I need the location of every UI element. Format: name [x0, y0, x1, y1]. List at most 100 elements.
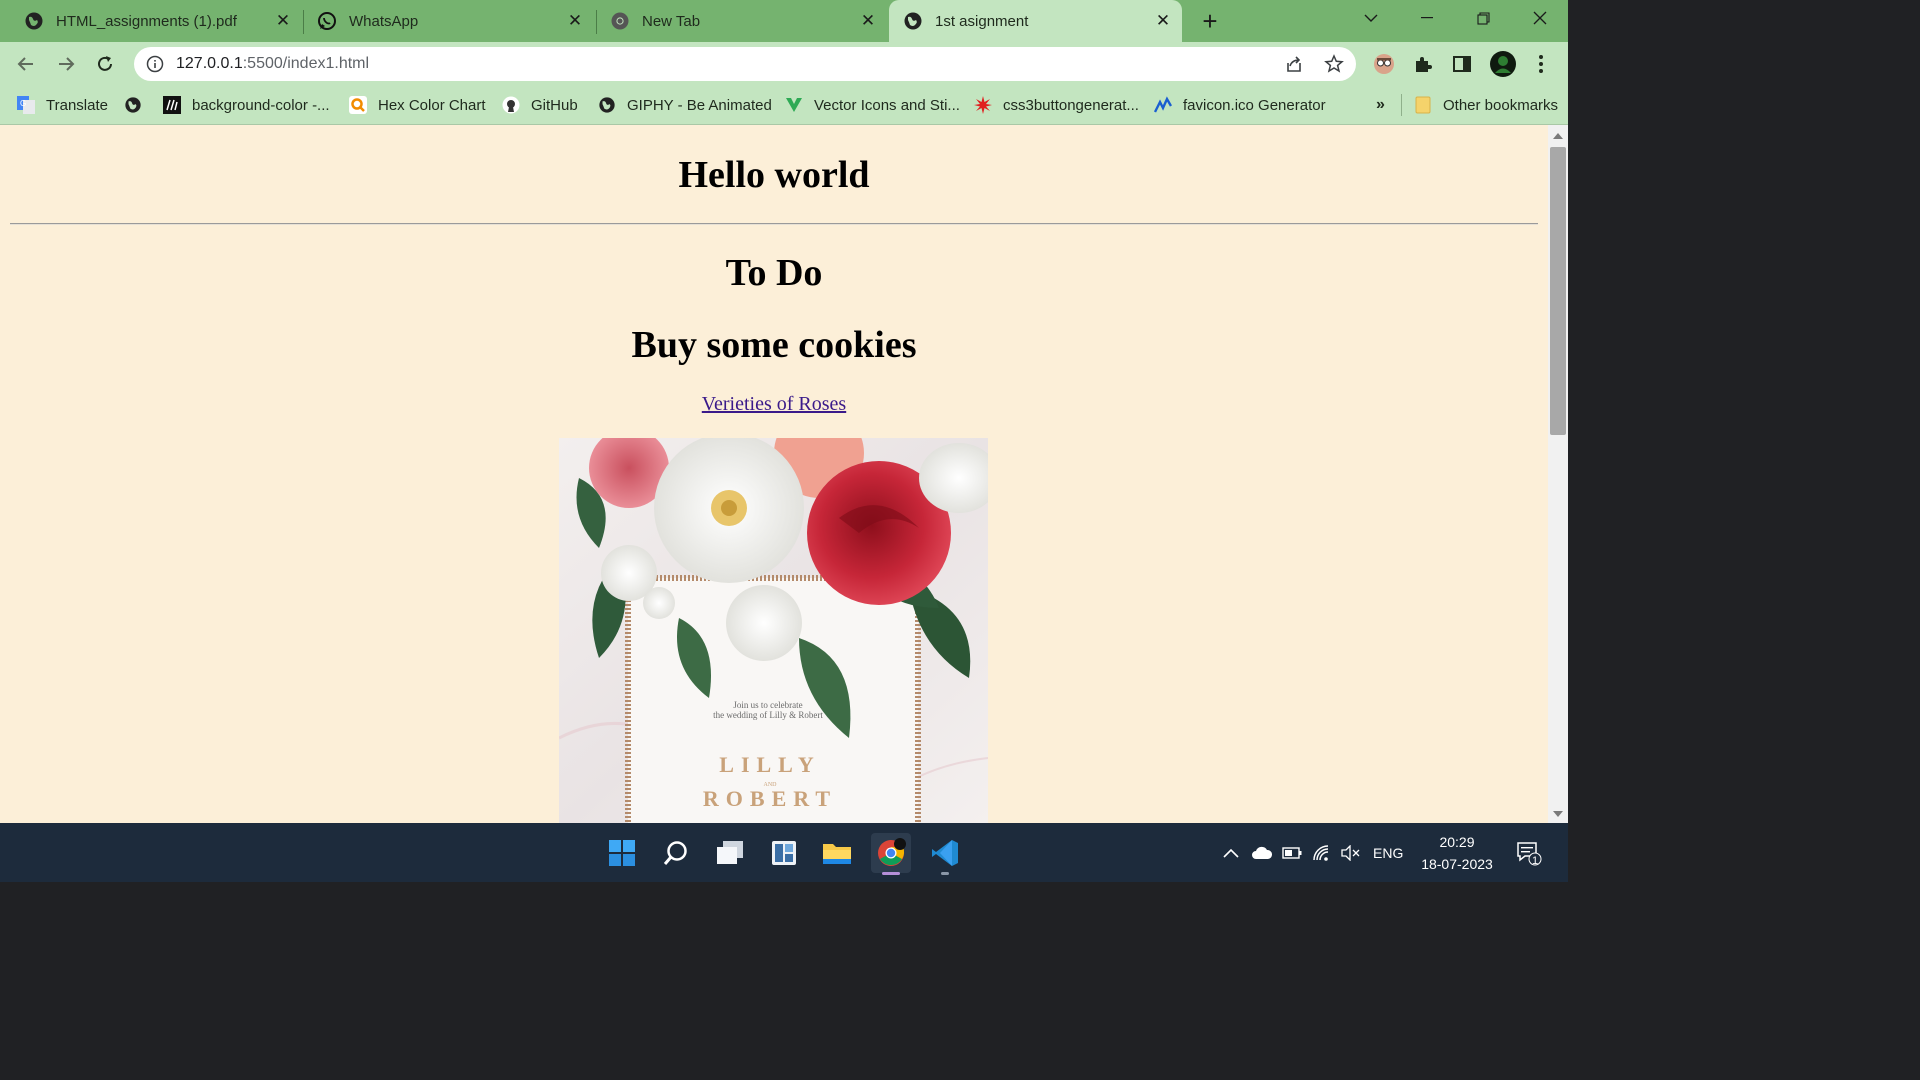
bookmark-vector-icons[interactable]: Vector Icons and Sti...	[785, 92, 960, 118]
bookmarks-divider	[1401, 94, 1402, 116]
close-icon[interactable]: ✕	[272, 10, 294, 32]
bookmark-label: background-color -...	[192, 96, 330, 114]
close-icon[interactable]: ✕	[1152, 10, 1174, 32]
battery-icon[interactable]	[1282, 823, 1302, 882]
card-text-line1: Join us to celebrate	[733, 700, 802, 710]
close-window-button[interactable]	[1518, 0, 1562, 36]
bookmark-hex-color-chart[interactable]: Hex Color Chart	[349, 92, 486, 118]
clock-date: 18-07-2023	[1421, 856, 1493, 872]
vscode-icon[interactable]	[925, 833, 965, 875]
scroll-down-arrow-icon[interactable]	[1553, 811, 1563, 817]
page-heading: Hello world	[678, 154, 870, 196]
github-icon	[502, 96, 520, 114]
bookmark-github[interactable]: GitHub	[502, 92, 578, 118]
other-bookmarks-label: Other bookmarks	[1443, 96, 1559, 114]
show-hidden-icons-button[interactable]	[1222, 823, 1240, 882]
notification-center-button[interactable]: 1	[1516, 823, 1542, 882]
tab-strip: HTML_assignments (1).pdf ✕ WhatsApp ✕ Ne…	[0, 0, 1568, 42]
url-path: :5500/index1.html	[242, 55, 370, 72]
bookmark-translate[interactable]: G Translate	[17, 92, 108, 118]
forward-button[interactable]	[52, 50, 80, 78]
language-indicator[interactable]: ENG	[1373, 823, 1403, 882]
scroll-up-arrow-icon[interactable]	[1553, 133, 1563, 139]
share-icon[interactable]	[1284, 54, 1304, 74]
extensions-puzzle-icon[interactable]	[1411, 52, 1435, 76]
reload-icon	[98, 56, 112, 71]
arrow-right-icon	[59, 57, 75, 71]
new-tab-button[interactable]: +	[1196, 6, 1224, 36]
side-panel-icon[interactable]	[1450, 52, 1474, 76]
file-explorer-icon[interactable]	[817, 833, 857, 873]
windows-start-icon[interactable]	[602, 833, 642, 873]
windows-taskbar: ENG 20:29 18-07-2023 1	[0, 823, 1568, 882]
globe-icon	[598, 96, 616, 114]
onedrive-cloud-icon[interactable]	[1251, 823, 1273, 882]
tab-label: WhatsApp	[349, 12, 419, 30]
notification-count: 1	[1531, 855, 1539, 867]
running-app-indicator	[941, 872, 949, 875]
card-text-line2: the wedding of Lilly & Robert	[713, 710, 823, 720]
tab-html-assignments[interactable]: HTML_assignments (1).pdf ✕	[0, 0, 302, 42]
back-button[interactable]	[12, 50, 40, 78]
tab-search-button[interactable]	[1349, 0, 1393, 36]
rose-link-container: Verieties of Roses	[0, 393, 1548, 416]
system-clock[interactable]: 20:29 18-07-2023	[1410, 831, 1504, 875]
more-vertical-icon	[1539, 55, 1543, 73]
svg-text:G: G	[20, 99, 26, 108]
horizontal-rule	[10, 223, 1538, 225]
todo-heading: To Do	[725, 252, 823, 294]
chrome-icon	[611, 12, 629, 30]
clock-time: 20:29	[1439, 834, 1475, 850]
bookmark-label: css3buttongenerat...	[1003, 96, 1139, 114]
restore-icon	[1476, 11, 1490, 25]
star-icon[interactable]	[1324, 54, 1344, 74]
tab-new-tab[interactable]: New Tab ✕	[597, 0, 887, 42]
bookmark-favicon-generator[interactable]: favicon.ico Generator	[1154, 92, 1326, 118]
other-bookmarks[interactable]: Other bookmarks	[1414, 92, 1558, 118]
page-scrollbar[interactable]	[1548, 125, 1568, 823]
bookmark-css3buttongenerator[interactable]: css3buttongenerat...	[974, 92, 1139, 118]
task-view-icon[interactable]	[710, 833, 750, 873]
wifi-icon[interactable]	[1312, 823, 1332, 882]
bookmark-giphy[interactable]: GIPHY - Be Animated	[598, 92, 772, 118]
avatar-icon	[1490, 51, 1516, 77]
roses-link[interactable]: Verieties of Roses	[702, 393, 846, 415]
widgets-icon[interactable]	[764, 833, 804, 873]
close-icon[interactable]: ✕	[564, 10, 586, 32]
tab-label: New Tab	[642, 12, 701, 30]
profile-avatar[interactable]	[1489, 50, 1517, 78]
bookmark-globe[interactable]	[124, 92, 153, 118]
close-icon[interactable]: ✕	[857, 10, 879, 32]
reload-button[interactable]	[91, 50, 119, 78]
bookmark-label: favicon.ico Generator	[1183, 96, 1326, 114]
url-text[interactable]: 127.0.0.1:5500/index1.html	[176, 55, 369, 73]
scrollbar-thumb[interactable]	[1550, 147, 1566, 435]
hex-chart-icon	[349, 96, 367, 114]
chrome-taskbar-icon[interactable]	[871, 833, 911, 875]
arrow-left-icon	[17, 57, 33, 71]
info-icon[interactable]	[146, 55, 164, 73]
search-icon[interactable]	[656, 833, 696, 873]
folder-icon	[1414, 96, 1432, 114]
close-icon	[1533, 11, 1547, 25]
bookmark-label: Hex Color Chart	[378, 96, 486, 114]
extension-avatar-icon[interactable]	[1372, 52, 1396, 76]
volume-muted-icon[interactable]	[1340, 823, 1360, 882]
minimize-button[interactable]	[1405, 0, 1449, 36]
google-translate-icon: G	[17, 96, 35, 114]
bookmark-background-color[interactable]: background-color -...	[163, 92, 330, 118]
address-bar[interactable]: 127.0.0.1:5500/index1.html	[134, 47, 1356, 81]
tab-1st-asignment[interactable]: 1st asignment ✕	[889, 0, 1182, 42]
bookmark-label: GIPHY - Be Animated	[627, 96, 772, 114]
star-burst-icon	[974, 96, 992, 114]
page-viewport: Hello world To Do Buy some cookies Verie…	[0, 125, 1548, 823]
restore-button[interactable]	[1461, 0, 1505, 36]
globe-icon	[25, 12, 43, 30]
bookmark-label: Vector Icons and Sti...	[814, 96, 960, 114]
tab-whatsapp[interactable]: WhatsApp ✕	[304, 0, 594, 42]
favicon-generator-icon	[1154, 96, 1172, 114]
bookmarks-overflow-button[interactable]: »	[1376, 92, 1385, 118]
menu-button[interactable]	[1529, 52, 1553, 76]
active-app-indicator	[882, 872, 900, 875]
bookmark-label: Translate	[46, 96, 108, 114]
